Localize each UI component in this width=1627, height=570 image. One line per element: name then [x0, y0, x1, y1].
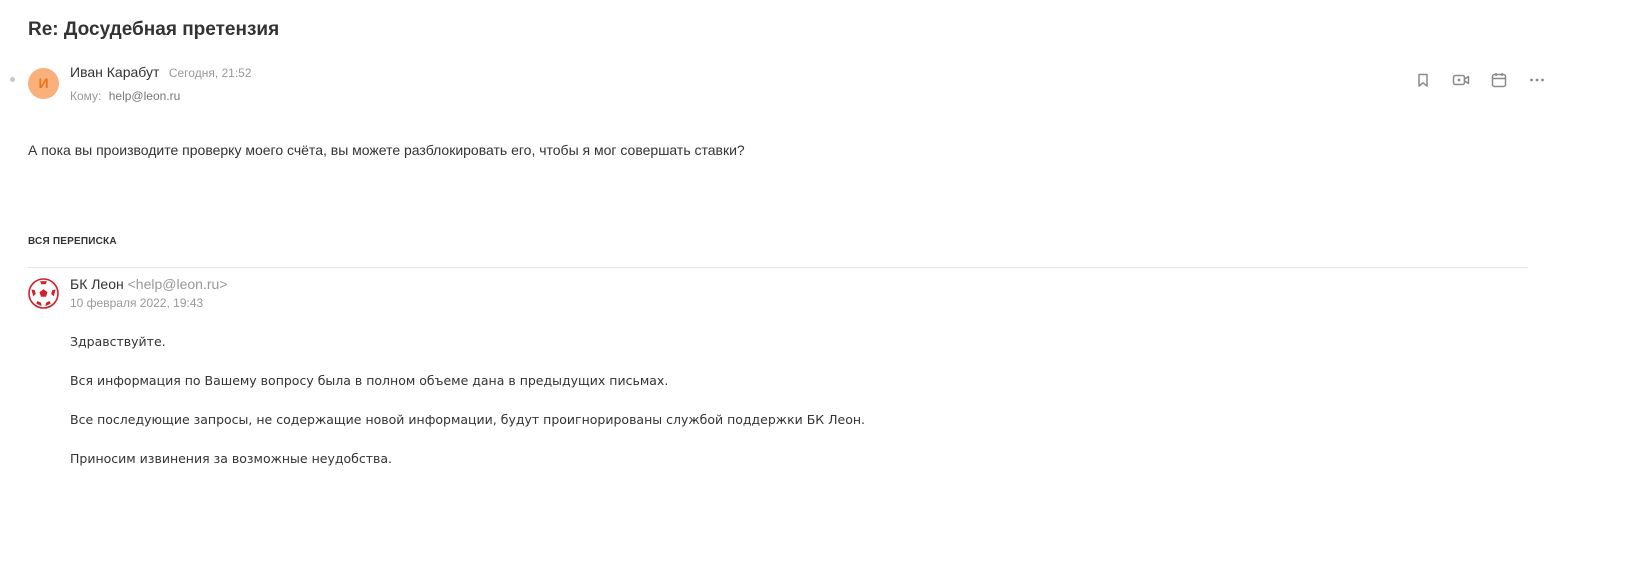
thread-heading: ВСЯ ПЕРЕПИСКА: [28, 236, 117, 247]
quoted-sender-info: БК Леон <help@leon.ru>: [70, 276, 227, 292]
sender-info: Иван Карабут Сегодня, 21:52: [70, 64, 252, 82]
email-subject: Re: Досудебная претензия: [28, 19, 280, 40]
message-date: Сегодня, 21:52: [168, 66, 252, 80]
sender-name[interactable]: Иван Карабут: [70, 64, 159, 80]
recipient-address[interactable]: help@leon.ru: [109, 89, 181, 103]
quoted-paragraph-apology: Приносим извинения за возможные неудобст…: [70, 451, 392, 466]
leon-logo-icon[interactable]: [28, 278, 59, 309]
message-toolbar: [1413, 70, 1547, 90]
quoted-sender-name[interactable]: БК Леон: [70, 276, 124, 292]
thread-divider: [28, 267, 1528, 268]
recipient-label: Кому:: [70, 89, 102, 103]
message-body: А пока вы производите проверку моего счё…: [28, 142, 745, 158]
quoted-message-body: Здравствуйте. Вся информация по Вашему в…: [70, 334, 865, 490]
unread-indicator[interactable]: [10, 77, 15, 82]
quoted-sender-email[interactable]: <help@leon.ru>: [128, 276, 228, 292]
quoted-paragraph-info: Вся информация по Вашему вопросу была в …: [70, 373, 669, 388]
calendar-icon[interactable]: [1489, 70, 1509, 90]
quoted-paragraph-greeting: Здравствуйте.: [70, 334, 166, 349]
bookmark-icon[interactable]: [1413, 70, 1433, 90]
recipient-info: Кому: help@leon.ru: [70, 89, 180, 103]
quoted-paragraph-warning: Все последующие запросы, не содержащие н…: [70, 412, 866, 427]
more-icon[interactable]: [1527, 70, 1547, 90]
video-icon[interactable]: [1451, 70, 1471, 90]
sender-avatar[interactable]: И: [28, 68, 59, 99]
quoted-message-date: 10 февраля 2022, 19:43: [70, 296, 204, 310]
